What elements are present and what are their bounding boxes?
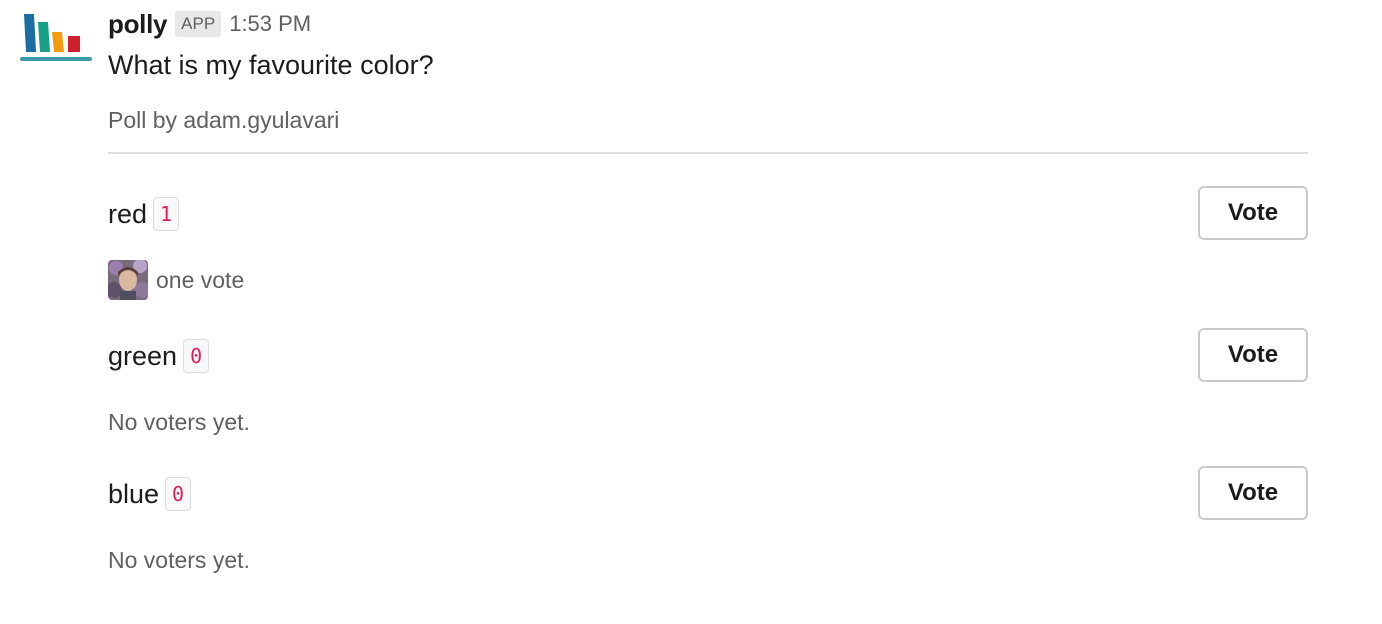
option-label: green bbox=[108, 340, 178, 371]
option-row: blue 0 Vote bbox=[108, 466, 1308, 522]
poll-option-blue: blue 0 Vote No voters yet. bbox=[108, 466, 1308, 580]
option-label: blue bbox=[108, 478, 160, 509]
vote-count-badge: 1 bbox=[153, 197, 180, 231]
message-content: polly APP 1:53 PM What is my favourite c… bbox=[108, 6, 1308, 580]
app-badge: APP bbox=[175, 11, 222, 37]
poll-question: What is my favourite color? bbox=[108, 50, 434, 80]
poll-author: Poll by adam.gyulavari bbox=[108, 107, 340, 133]
option-row: green 0 Vote bbox=[108, 328, 1308, 384]
voter-avatar[interactable] bbox=[108, 260, 148, 300]
option-row: red 1 Vote bbox=[108, 186, 1308, 242]
poll-message: polly APP 1:53 PM What is my favourite c… bbox=[0, 0, 1382, 624]
voters-list: No voters yet. bbox=[108, 402, 1308, 442]
voters-list: No voters yet. bbox=[108, 540, 1308, 580]
sender-name[interactable]: polly bbox=[108, 9, 167, 40]
vote-count-badge: 0 bbox=[165, 477, 192, 511]
vote-button-blue[interactable]: Vote bbox=[1198, 466, 1308, 520]
vote-button-red[interactable]: Vote bbox=[1198, 186, 1308, 240]
vote-button-green[interactable]: Vote bbox=[1198, 328, 1308, 382]
voters-text: No voters yet. bbox=[108, 408, 250, 435]
voters-list: one vote bbox=[108, 260, 1308, 300]
bar-chart-logo-icon[interactable] bbox=[20, 12, 92, 72]
timestamp[interactable]: 1:53 PM bbox=[229, 11, 311, 37]
voters-text: No voters yet. bbox=[108, 546, 250, 573]
vote-count-badge: 0 bbox=[183, 339, 210, 373]
voters-text: one vote bbox=[156, 266, 245, 293]
divider bbox=[108, 152, 1308, 154]
option-label: red bbox=[108, 198, 148, 229]
poll-option-red: red 1 Vote one vote bbox=[108, 186, 1308, 300]
message-header: polly APP 1:53 PM bbox=[108, 6, 1308, 42]
poll-option-green: green 0 Vote No voters yet. bbox=[108, 328, 1308, 442]
